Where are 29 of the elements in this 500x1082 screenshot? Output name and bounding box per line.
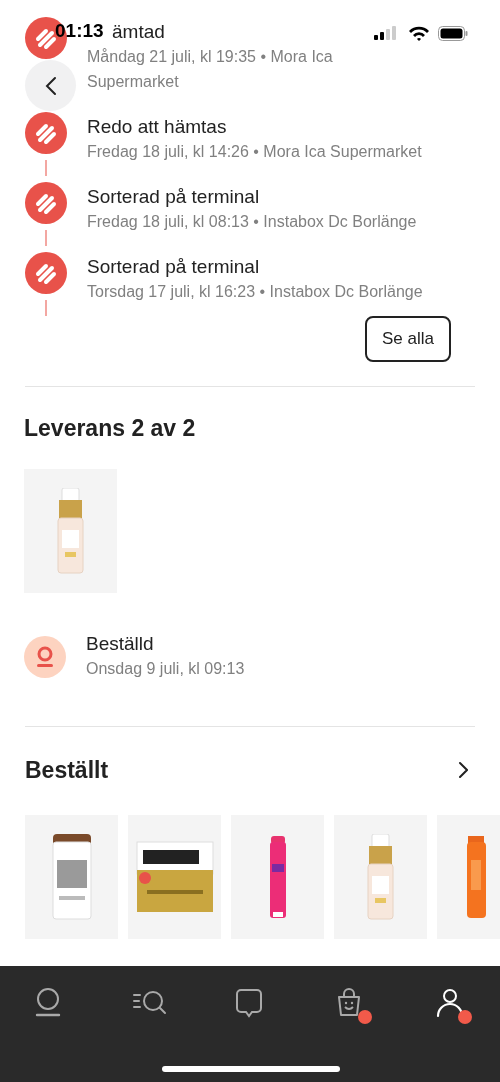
product-tile[interactable]	[437, 815, 500, 940]
section-heading: Beställt	[25, 755, 109, 785]
ordered-status-icon	[24, 635, 66, 678]
timeline-line	[45, 230, 47, 246]
event-details: Torsdag 17 juli, kl 16:23 • Instabox Dc Borlänge	[87, 281, 423, 302]
event-title: Sorterad på terminal	[87, 186, 261, 209]
product-tile[interactable]	[128, 815, 221, 940]
wifi-icon	[408, 25, 430, 41]
battery-icon	[438, 25, 468, 41]
event-details: Måndag 21 juli, kl 19:35 • Mora Ica Supermarket	[87, 46, 334, 92]
chevron-right-icon	[458, 761, 468, 780]
courier-logo-icon	[25, 112, 67, 154]
section-heading: Leverans 2 av 2	[24, 413, 197, 443]
product-tile[interactable]	[334, 815, 427, 940]
timeline-line	[45, 160, 47, 176]
event-title: Redo att hämtas	[87, 116, 228, 139]
product-tile[interactable]	[231, 815, 324, 940]
event-details: Fredag 18 juli, kl 14:26 • Mora Ica Supermarket	[87, 141, 422, 162]
event-title: Sorterad på terminal	[87, 256, 261, 279]
courier-logo-icon	[25, 252, 67, 294]
see-all-button[interactable]: Se alla	[365, 316, 451, 362]
product-tile[interactable]	[25, 815, 118, 940]
event-details: Fredag 18 juli, kl 08:13 • Instabox Dc Borlänge	[87, 211, 417, 232]
courier-logo-icon	[25, 182, 67, 224]
product-tile[interactable]	[24, 469, 117, 593]
back-icon	[44, 75, 57, 96]
status-title: Beställd	[86, 633, 155, 656]
timeline-line	[45, 300, 47, 316]
status-date: Onsdag 9 juli, kl 09:13	[86, 658, 245, 679]
